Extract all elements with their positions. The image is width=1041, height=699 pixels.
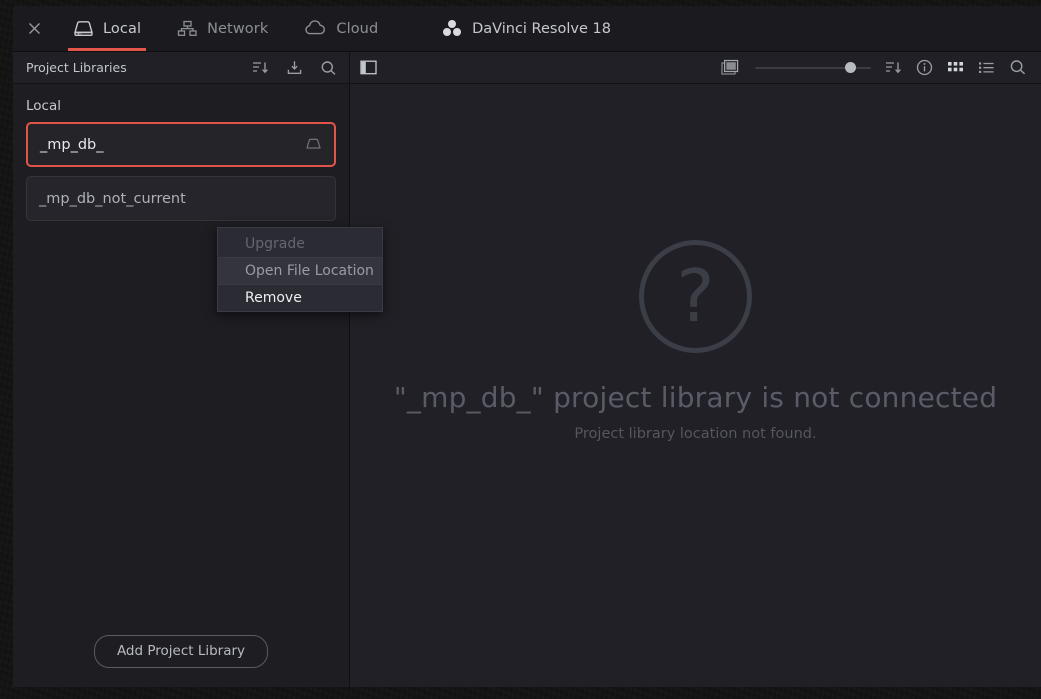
tab-local-label: Local: [103, 20, 142, 37]
project-manager-window: Local Network Cloud DaVinci Resolve 18 P…: [13, 6, 1041, 687]
add-project-library-button[interactable]: Add Project Library: [93, 635, 269, 668]
library-preview-panel: ? "_mp_db_" project library is not conne…: [350, 84, 1041, 687]
hard-drive-icon: [73, 20, 94, 37]
info-icon[interactable]: [916, 59, 933, 76]
library-item-label: _mp_db_: [40, 136, 104, 153]
context-menu: Upgrade Open File Location Remove: [217, 227, 383, 312]
search-icon[interactable]: [320, 60, 337, 76]
list-view-icon[interactable]: [978, 59, 995, 76]
context-menu-item-upgrade[interactable]: Upgrade: [218, 230, 382, 257]
sort-icon[interactable]: [885, 60, 902, 75]
app-title-label: DaVinci Resolve 18: [472, 20, 611, 37]
library-item[interactable]: _mp_db_not_current: [26, 176, 336, 221]
tab-network-label: Network: [207, 20, 269, 37]
sidebar-toggle-icon[interactable]: [360, 60, 378, 75]
grid-view-icon[interactable]: [947, 59, 964, 76]
question-mark-glyph: ?: [676, 254, 715, 338]
toolbar-row: Project Libraries: [13, 52, 1041, 84]
main-toolbar: [350, 52, 1041, 83]
library-item-selected[interactable]: _mp_db_: [26, 122, 336, 167]
tab-cloud-label: Cloud: [336, 20, 379, 37]
sidebar-toolbar: Project Libraries: [13, 52, 350, 83]
empty-state-subtitle: Project library location not found.: [574, 425, 817, 442]
thumbnail-icon[interactable]: [721, 59, 741, 77]
project-libraries-sidebar: Local _mp_db_ _mp_db_not_current Add Pro…: [13, 84, 383, 687]
sort-icon[interactable]: [252, 60, 269, 75]
import-library-icon[interactable]: [286, 60, 303, 76]
empty-state-title: "_mp_db_" project library is not connect…: [393, 380, 998, 414]
davinci-resolve-logo: [443, 20, 462, 37]
library-item-label: _mp_db_not_current: [39, 190, 186, 207]
zoom-slider[interactable]: [755, 61, 871, 75]
context-menu-item-remove[interactable]: Remove: [218, 284, 382, 311]
cloud-icon: [304, 20, 327, 37]
context-menu-item-open-file-location[interactable]: Open File Location: [218, 257, 382, 284]
sidebar-toolbar-title: Project Libraries: [26, 60, 127, 75]
tab-local[interactable]: Local: [55, 6, 159, 51]
disk-status-icon: [305, 137, 322, 152]
library-list: _mp_db_ _mp_db_not_current: [13, 122, 349, 230]
search-icon[interactable]: [1009, 59, 1027, 76]
content-area: Local _mp_db_ _mp_db_not_current Add Pro…: [13, 84, 1041, 687]
network-icon: [177, 20, 198, 37]
section-label-local: Local: [26, 98, 61, 114]
zoom-slider-knob[interactable]: [845, 62, 857, 73]
question-mark-icon: ?: [639, 239, 752, 353]
tab-network[interactable]: Network: [159, 6, 286, 51]
tab-cloud[interactable]: Cloud: [286, 6, 396, 51]
add-project-library-row: Add Project Library: [13, 635, 349, 687]
close-icon: [28, 23, 40, 34]
title-bar: Local Network Cloud DaVinci Resolve 18: [13, 6, 1041, 52]
close-button[interactable]: [13, 6, 55, 51]
